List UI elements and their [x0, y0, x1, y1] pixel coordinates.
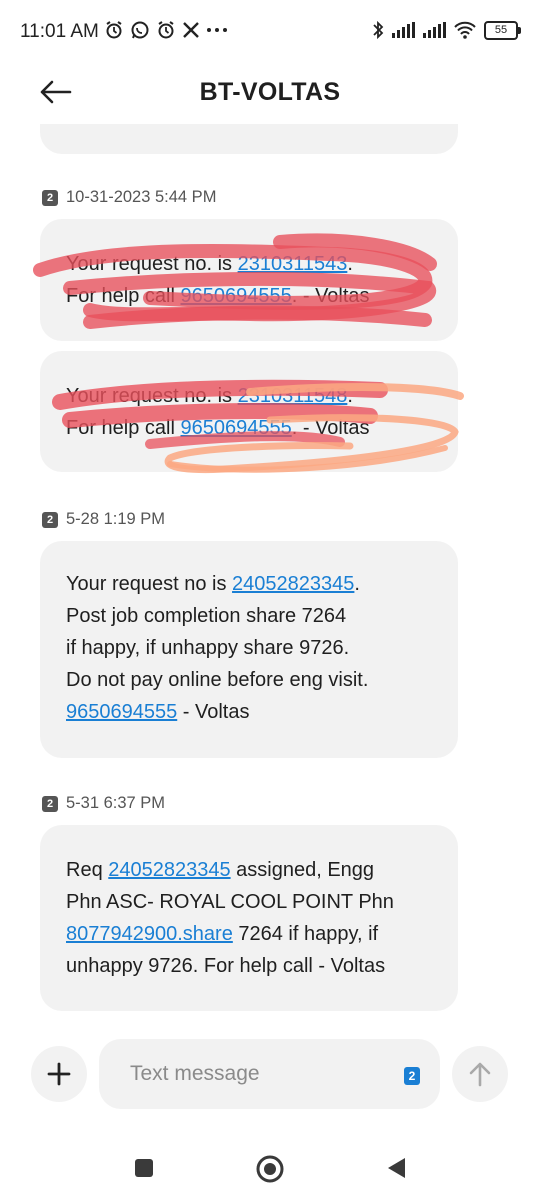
message-timestamp: 2 5-28 1:19 PM — [42, 510, 165, 529]
message-input[interactable]: Text message 2 — [99, 1039, 440, 1109]
request-number-link[interactable]: 24052823345 — [108, 859, 230, 881]
message-bubble-partial[interactable] — [40, 124, 458, 154]
add-attachment-button[interactable] — [31, 1046, 87, 1102]
home-circle-icon[interactable] — [255, 1154, 285, 1184]
sim-badge: 2 — [42, 189, 58, 206]
phone-number-link[interactable]: 9650694555 — [181, 417, 292, 439]
battery-icon: 55 — [484, 20, 521, 40]
wifi-icon — [454, 21, 476, 39]
status-time: 11:01 AM — [20, 21, 99, 42]
more-dots-icon — [207, 28, 227, 32]
signal-icon — [423, 22, 446, 38]
plus-icon — [47, 1062, 71, 1086]
message-input-placeholder: Text message — [130, 1062, 260, 1085]
bluetooth-icon — [373, 20, 384, 40]
request-number-link[interactable]: 24052823345 — [232, 573, 354, 595]
request-number-link[interactable]: 2310311543 — [238, 253, 348, 275]
phone-number-link[interactable]: 9650694555 — [181, 285, 292, 307]
alarm-icon — [106, 21, 122, 39]
message-bubble[interactable]: Your request no. is 2310311548. For help… — [40, 351, 458, 472]
status-bar: 11:01 AM 55 — [0, 0, 540, 64]
send-button[interactable] — [452, 1046, 508, 1102]
sim-badge: 2 — [42, 511, 58, 528]
sim-badge: 2 — [42, 795, 58, 812]
back-triangle-icon[interactable] — [385, 1156, 407, 1180]
navigation-bar — [0, 1140, 540, 1200]
message-bubble[interactable]: Your request no. is 2310311543. For help… — [40, 219, 458, 341]
phone-number-link[interactable]: 9650694555 — [66, 701, 177, 723]
request-number-link[interactable]: 2310311548 — [238, 385, 348, 407]
signal-icon — [392, 22, 415, 38]
sim-selector[interactable]: 2 — [404, 1067, 420, 1085]
whatsapp-icon — [131, 21, 149, 39]
send-arrow-icon — [469, 1062, 491, 1087]
alarm-icon — [158, 21, 174, 39]
x-icon — [183, 22, 199, 38]
message-timestamp: 2 5-31 6:37 PM — [42, 794, 165, 813]
recents-square-icon[interactable] — [133, 1157, 155, 1179]
phone-number-link[interactable]: 8077942900.share — [66, 923, 233, 945]
conversation-header: BT-VOLTAS — [0, 64, 540, 124]
conversation-title: BT-VOLTAS — [199, 78, 341, 106]
message-bubble[interactable]: Your request no is 24052823345. Post job… — [40, 541, 458, 758]
message-bubble[interactable]: Req 24052823345 assigned, Engg Phn ASC- … — [40, 825, 458, 1011]
message-timestamp: 2 10-31-2023 5:44 PM — [42, 188, 216, 207]
